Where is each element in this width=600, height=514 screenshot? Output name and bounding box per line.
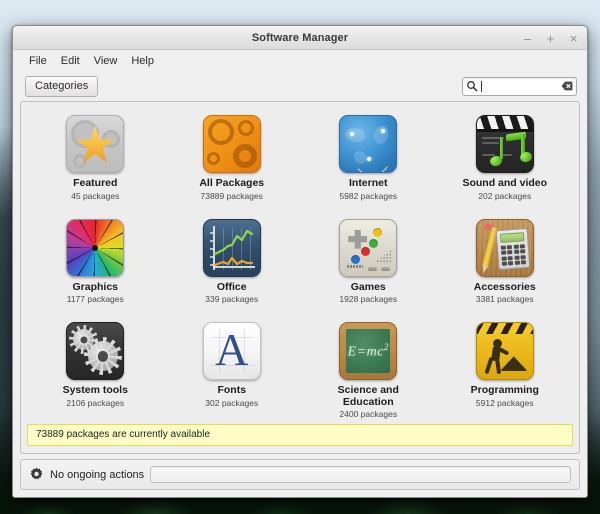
software-manager-window: Software Manager – + × File Edit View He…: [12, 25, 588, 498]
text-caret: [481, 80, 482, 92]
category-item-science-and-education[interactable]: E=mc2 Science and Education 2400 package…: [300, 317, 437, 421]
sound-and-video-icon: [475, 115, 534, 173]
toolbar: Categories: [13, 71, 587, 101]
titlebar: Software Manager – + ×: [13, 26, 587, 50]
programming-icon: [475, 322, 534, 381]
category-count: 5982 packages: [339, 190, 398, 201]
category-item-fonts[interactable]: A Fonts 302 packages: [164, 317, 301, 421]
internet-icon: [339, 115, 398, 173]
category-item-office[interactable]: Office 339 packages: [164, 214, 301, 318]
featured-icon: [66, 115, 125, 173]
science-formula-exponent: 2: [383, 342, 389, 352]
category-label: Featured: [73, 177, 118, 189]
search-icon: [466, 80, 478, 92]
graphics-icon: [66, 218, 125, 277]
fonts-icon: A: [202, 322, 261, 381]
games-icon: [339, 218, 398, 277]
status-label: No ongoing actions: [50, 468, 145, 481]
science-formula-base: E=mc: [347, 344, 384, 360]
category-count: 202 packages: [478, 190, 532, 201]
categories-button[interactable]: Categories: [25, 75, 99, 97]
category-item-graphics[interactable]: Graphics 1177 packages: [27, 214, 164, 318]
category-label: Office: [216, 280, 247, 293]
progress-bar: [150, 466, 571, 483]
category-label: Games: [350, 280, 386, 293]
category-item-internet[interactable]: Internet 5982 packages: [300, 110, 437, 214]
category-count: 3381 packages: [475, 294, 534, 305]
category-item-featured[interactable]: Featured 45 packages: [27, 110, 164, 214]
gear-icon: [29, 467, 44, 482]
menu-item-edit[interactable]: Edit: [54, 53, 87, 69]
clear-icon[interactable]: [561, 81, 573, 91]
category-item-games[interactable]: Games 1928 packages: [300, 214, 437, 318]
category-item-programming[interactable]: Programming 5912 packages: [437, 317, 574, 421]
menu-item-help[interactable]: Help: [124, 53, 161, 69]
category-label: Fonts: [217, 384, 247, 397]
system-tools-icon: [66, 322, 125, 381]
category-item-sound-and-video[interactable]: Sound and video 202 packages: [437, 110, 574, 214]
category-item-all-packages[interactable]: All Packages 73889 packages: [164, 110, 301, 214]
category-label: Internet: [348, 177, 388, 189]
category-count: 302 packages: [205, 397, 259, 408]
statusbar: No ongoing actions: [20, 459, 580, 490]
category-count: 5912 packages: [475, 397, 534, 408]
category-label: Science and Education: [337, 384, 399, 408]
content-panel: Featured 45 packages All Packages 73889 …: [20, 101, 580, 454]
minimize-button[interactable]: –: [521, 31, 534, 45]
category-count: 1177 packages: [66, 294, 124, 305]
category-count: 2400 packages: [339, 409, 398, 420]
category-grid: Featured 45 packages All Packages 73889 …: [21, 102, 579, 421]
category-count: 339 packages: [205, 294, 259, 305]
category-count: 1928 packages: [339, 294, 398, 305]
category-count: 2106 packages: [66, 397, 125, 408]
category-label: All Packages: [199, 177, 265, 189]
window-title: Software Manager: [251, 31, 349, 44]
office-icon: [202, 218, 261, 277]
category-item-system-tools[interactable]: System tools 2106 packages: [27, 317, 164, 421]
science-and-education-icon: E=mc2: [339, 322, 398, 381]
menubar: File Edit View Help: [13, 50, 587, 71]
category-count: 45 packages: [71, 190, 120, 201]
window-controls: – + ×: [521, 26, 580, 50]
category-label: Programming: [470, 384, 539, 397]
category-label: Graphics: [72, 280, 119, 293]
category-label: Sound and video: [462, 177, 548, 189]
category-label: System tools: [62, 384, 128, 397]
accessories-icon: [475, 218, 534, 277]
category-count: 73889 packages: [200, 190, 263, 201]
notification-area: 73889 packages are currently available: [21, 421, 579, 453]
search-box[interactable]: [462, 76, 577, 96]
category-label: Accessories: [473, 280, 536, 293]
search-input[interactable]: [478, 78, 561, 95]
close-button[interactable]: ×: [567, 31, 580, 45]
menu-item-file[interactable]: File: [22, 53, 54, 69]
category-item-accessories[interactable]: Accessories 3381 packages: [437, 214, 574, 318]
maximize-button[interactable]: +: [544, 31, 557, 45]
all-packages-icon: [202, 115, 261, 173]
menu-item-view[interactable]: View: [87, 53, 125, 69]
notification-message: 73889 packages are currently available: [27, 424, 573, 446]
